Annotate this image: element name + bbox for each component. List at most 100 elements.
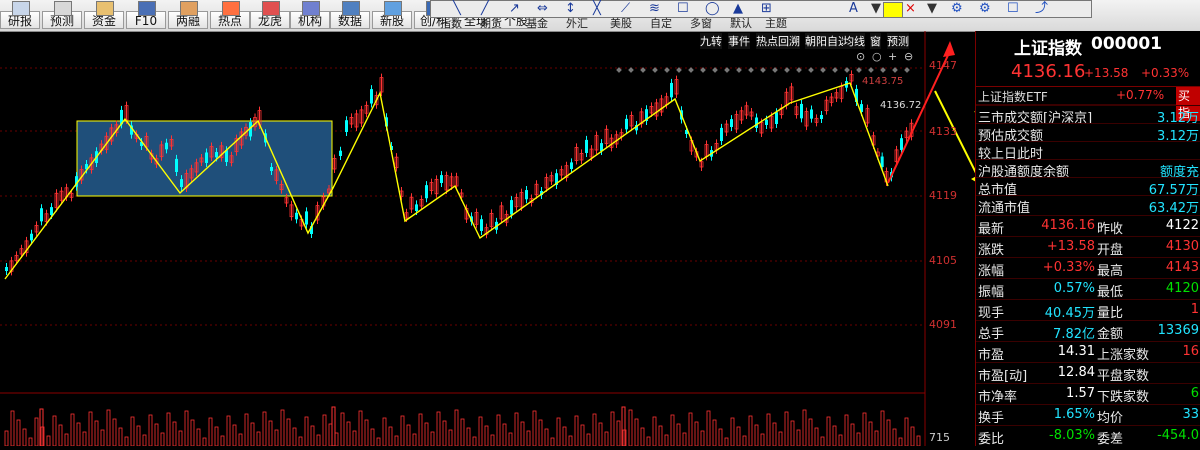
volume-bar — [16, 419, 21, 447]
volume-bar — [364, 419, 369, 447]
volume-bar — [454, 409, 459, 447]
sub-tab-4[interactable]: 美股 — [610, 18, 632, 30]
volume-bar — [142, 434, 147, 447]
volume-bar — [718, 428, 723, 447]
candle-body — [775, 112, 778, 124]
right-tool-3[interactable]: ▼ — [927, 1, 937, 17]
volume-bar — [676, 423, 681, 447]
kline-chart[interactable]: ⊙ ○ + ⊖ 九转 事件 热点回溯 朝阳自选 均线窗预测 4143.75 4136.72 4… — [0, 31, 1076, 447]
candle-body — [50, 207, 53, 215]
right-tool-2[interactable]: × — [905, 1, 916, 17]
volume-bar — [766, 413, 771, 447]
volume-bar-tall — [39, 408, 44, 447]
draw-tool-4[interactable]: ↕ — [565, 1, 576, 17]
volume-bar — [484, 425, 489, 447]
quote-row: 振幅 0.57% 最低 4120 — [976, 278, 1200, 300]
volume-bar — [64, 433, 69, 447]
quote-value: 1 — [1190, 302, 1199, 317]
kline-svg[interactable]: ⊙ ○ + ⊖ — [0, 31, 1076, 447]
volume-bar — [388, 426, 393, 447]
index-change-pct: +0.33% — [1141, 66, 1190, 80]
volume-bar — [634, 418, 639, 447]
quote-label: 委比 — [978, 432, 1005, 447]
volume-bar — [196, 428, 201, 447]
draw-tool-2[interactable]: ↗ — [509, 1, 520, 17]
volume-bar — [514, 412, 519, 447]
quote-row: 涨跌 +13.58 开盘 4130 — [976, 236, 1200, 258]
right-tool-0[interactable]: A — [849, 1, 858, 17]
volume-bar — [316, 434, 321, 447]
quote-value: 4143 — [1165, 260, 1199, 275]
chart-tool-6[interactable]: 预测 — [887, 33, 909, 49]
volume-bar — [820, 436, 825, 447]
quote-value: +0.33% — [1042, 260, 1095, 275]
right-tool-6[interactable]: ☐ — [1007, 1, 1019, 17]
volume-bar — [214, 426, 219, 447]
draw-tool-6[interactable]: ⟋ — [621, 1, 630, 17]
volume-bar — [256, 431, 261, 447]
volume-bar — [892, 428, 897, 447]
volume-bar — [844, 414, 849, 447]
sub-tab-1[interactable]: 期货 — [480, 18, 502, 30]
volume-bar — [562, 426, 567, 447]
volume-bar — [502, 423, 507, 447]
quote-value: 1.57 — [1066, 386, 1095, 401]
quote-row: 市盈 14.31 上涨家数 16 — [976, 341, 1200, 363]
chart-tool-4[interactable]: 均线 — [843, 33, 865, 49]
chart-tool-0[interactable]: 九转 — [700, 33, 722, 49]
draw-tool-5[interactable]: ╳ — [593, 1, 601, 17]
quote-value: 4122 — [1165, 218, 1199, 233]
quote-label: 平盘家数 — [1097, 369, 1150, 384]
volume-bar — [556, 417, 561, 447]
chart-tool-2[interactable]: 热点回溯 — [756, 33, 800, 49]
color-swatch[interactable] — [883, 2, 903, 18]
draw-tool-1[interactable]: ╱ — [481, 1, 489, 17]
draw-tool-9[interactable]: ◯ — [705, 1, 720, 17]
volume-bar — [538, 419, 543, 447]
volume-bar — [796, 429, 801, 447]
right-tool-7[interactable]: ⤴ — [1035, 1, 1048, 17]
volume-bar — [904, 417, 909, 447]
quote-row: 现手 40.45万 量比 1 — [976, 299, 1200, 321]
draw-tool-7[interactable]: ≋ — [649, 1, 660, 17]
volume-bar — [628, 409, 633, 447]
volume-bar — [310, 425, 315, 447]
volume-bar — [616, 420, 621, 447]
volume-bar — [52, 415, 57, 447]
index-header: 上证指数 000001 4136.16 +13.58 +0.33% — [976, 31, 1200, 87]
chart-tool-1[interactable]: 事件 — [728, 33, 750, 49]
forecast-icon — [54, 1, 72, 16]
draw-tool-10[interactable]: ▲ — [733, 1, 743, 17]
sub-tab-2[interactable]: 基金 — [526, 18, 548, 30]
sub-tab-5[interactable]: 自定 — [650, 18, 672, 30]
market-stat-label: 流通市值 — [978, 201, 1031, 216]
marker-dot — [628, 67, 634, 73]
sub-tab-6[interactable]: 多窗 — [690, 18, 712, 30]
volume-bar — [598, 422, 603, 447]
volume-bar — [736, 426, 741, 447]
draw-tool-0[interactable]: ╲ — [453, 1, 461, 17]
draw-tool-8[interactable]: ☐ — [677, 1, 689, 17]
right-tool-4[interactable]: ⚙ — [951, 1, 963, 17]
draw-tool-11[interactable]: ⊞ — [761, 1, 772, 17]
sub-tab-8[interactable]: 主题 — [765, 18, 787, 30]
sub-tab-0[interactable]: 指数 — [440, 18, 462, 30]
right-tool-5[interactable]: ⚙ — [979, 1, 991, 17]
report-icon — [12, 1, 30, 16]
candle-body — [810, 109, 813, 119]
volume-bar — [808, 418, 813, 447]
f10-icon — [138, 1, 156, 16]
draw-tool-3[interactable]: ⇔ — [537, 1, 548, 17]
volume-bar — [580, 424, 585, 447]
candle-body — [440, 175, 443, 183]
volume-bar — [46, 435, 51, 447]
etf-row[interactable]: 上证指数ETF +0.77% 买指 — [976, 86, 1200, 121]
sub-tab-3[interactable]: 外汇 — [566, 18, 588, 30]
volume-bar — [262, 411, 267, 447]
market-stat-row: 总市值 67.57万 — [976, 177, 1200, 198]
right-tool-1[interactable]: ▼ — [871, 1, 881, 17]
sub-tab-7[interactable]: 默认 — [730, 18, 752, 30]
marker-dot — [868, 67, 874, 73]
chart-tool-5[interactable]: 窗 — [870, 33, 881, 49]
volume-bar — [862, 412, 867, 447]
